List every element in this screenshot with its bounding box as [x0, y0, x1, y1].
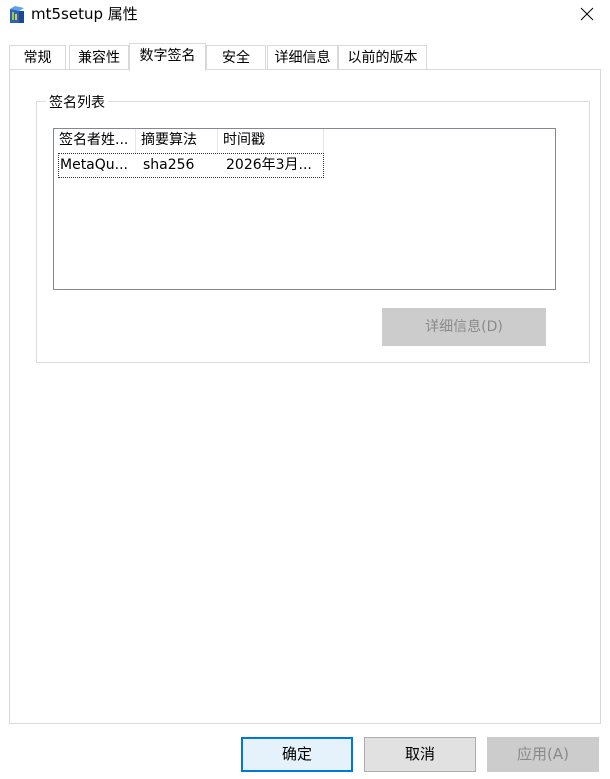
- tab-previous-versions[interactable]: 以前的版本: [338, 45, 427, 70]
- apply-button[interactable]: 应用(A): [487, 737, 599, 772]
- signer-cell: MetaQu...: [60, 157, 129, 173]
- tab-compatibility[interactable]: 兼容性: [69, 45, 129, 70]
- title-bar: mt5setup 属性: [0, 0, 610, 32]
- cancel-button[interactable]: 取消: [364, 737, 476, 772]
- signature-list[interactable]: 签名者姓... 摘要算法 时间戳 MetaQu... sha256 2026年3…: [53, 128, 556, 290]
- installer-box-icon: [9, 6, 25, 24]
- signature-list-label: 签名列表: [46, 95, 108, 111]
- digest-cell: sha256: [143, 157, 195, 173]
- column-header-timestamp[interactable]: 时间戳: [218, 129, 324, 153]
- window-title: mt5setup 属性: [31, 5, 138, 23]
- details-button[interactable]: 详细信息(D): [382, 308, 546, 346]
- tab-general[interactable]: 常规: [9, 45, 66, 70]
- properties-dialog: mt5setup 属性 常规 兼容性 数字签名 安全 详细信息 以前的版本 签名…: [0, 0, 610, 779]
- close-button[interactable]: [564, 0, 610, 32]
- list-header: 签名者姓... 摘要算法 时间戳: [54, 129, 324, 153]
- column-header-signer[interactable]: 签名者姓...: [54, 129, 136, 153]
- tab-digital-signatures[interactable]: 数字签名: [129, 43, 206, 71]
- column-header-digest[interactable]: 摘要算法: [136, 129, 218, 153]
- close-icon: [580, 7, 594, 25]
- tab-details[interactable]: 详细信息: [267, 45, 338, 70]
- ok-button[interactable]: 确定: [241, 737, 353, 772]
- tab-panel-digital-signatures: 签名列表 签名者姓... 摘要算法 时间戳 MetaQu... sha256 2…: [9, 69, 601, 724]
- tab-security[interactable]: 安全: [206, 45, 266, 70]
- signature-row[interactable]: MetaQu... sha256 2026年3月...: [58, 153, 324, 178]
- timestamp-cell: 2026年3月...: [226, 157, 312, 173]
